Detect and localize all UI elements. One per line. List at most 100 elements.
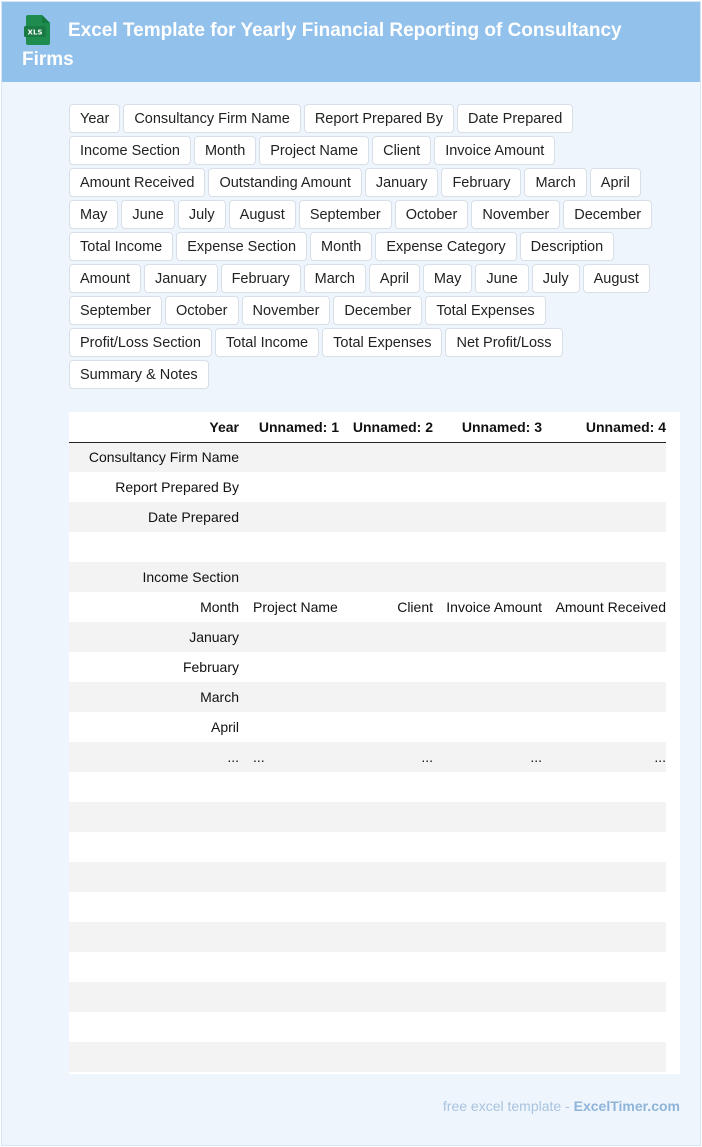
table-cell — [433, 652, 542, 682]
table-row: 4 — [69, 832, 666, 862]
column-tag: Report Prepared By — [303, 104, 454, 133]
table-cell — [542, 982, 666, 1012]
table-cell — [339, 502, 433, 532]
table-cell — [69, 892, 241, 922]
table-cell — [241, 472, 339, 502]
table-cell — [241, 652, 339, 682]
column-tag: March — [524, 168, 587, 197]
footer-brand-link[interactable]: ExcelTimer.com — [574, 1098, 680, 1114]
column-tag: Month — [310, 232, 373, 261]
table-cell — [241, 862, 339, 892]
table-cell: ... — [421, 749, 433, 765]
table-cell — [241, 712, 339, 742]
table-cell — [339, 1012, 433, 1042]
table-cell — [339, 712, 433, 742]
table-cell — [542, 622, 666, 652]
column-tag: August — [228, 200, 296, 229]
table-cell — [542, 652, 666, 682]
table-row: 6 — [69, 892, 666, 922]
table-row: .................. — [69, 742, 666, 772]
column-tag: April — [368, 264, 420, 293]
column-tag: June — [475, 264, 529, 293]
table-cell — [339, 952, 433, 982]
column-tag: Month — [193, 136, 257, 165]
table-cell — [542, 682, 666, 712]
column-header: Unnamed: 3 — [461, 418, 542, 435]
table-cell — [241, 952, 339, 982]
column-tag: December — [333, 296, 423, 325]
table-cell — [339, 862, 433, 892]
table-cell: April — [210, 719, 239, 735]
table-cell — [433, 1042, 542, 1072]
column-tag: Client — [372, 136, 432, 165]
column-tag: August — [582, 264, 650, 293]
table-cell — [69, 532, 241, 562]
column-tag: Total Expenses — [425, 296, 546, 325]
table-cell: Report Prepared By — [115, 479, 239, 495]
table-cell — [542, 772, 666, 802]
table-cell — [433, 562, 542, 592]
table-row: 5 — [69, 862, 666, 892]
table-cell — [241, 442, 339, 472]
table-cell — [339, 772, 433, 802]
table-cell — [433, 952, 542, 982]
table-cell — [241, 1012, 339, 1042]
table-cell — [241, 892, 339, 922]
table-cell — [69, 952, 241, 982]
footer-credit: free excel template - ExcelTimer.com — [443, 1098, 680, 1114]
table-cell — [433, 502, 542, 532]
table-cell — [241, 502, 339, 532]
table-cell — [542, 472, 666, 502]
page-frame: XLS Excel Template for Yearly Financial … — [1, 1, 701, 1146]
data-table-container: Year Unnamed: 1 Unnamed: 2 Unnamed: 3 Un… — [69, 412, 680, 1074]
column-tag: October — [394, 200, 469, 229]
table-cell — [339, 832, 433, 862]
table-cell — [542, 1012, 666, 1042]
table-row: 0Consultancy Firm Name — [69, 442, 666, 472]
column-tag: Expense Category — [375, 232, 517, 261]
column-tag: Income Section — [69, 136, 191, 165]
table-cell: Invoice Amount — [446, 599, 542, 615]
table-cell — [433, 472, 542, 502]
table-row: 5MonthProject NameClientInvoice AmountAm… — [69, 592, 666, 622]
table-cell — [69, 982, 241, 1012]
column-tag: December — [563, 200, 653, 229]
table-cell — [433, 772, 542, 802]
table-row: 3 — [69, 802, 666, 832]
table-cell — [69, 1042, 241, 1072]
table-cell — [339, 622, 433, 652]
column-tag: Amount Received — [69, 168, 206, 197]
column-header: Unnamed: 2 — [352, 418, 433, 435]
table-cell — [339, 532, 433, 562]
column-tag: February — [220, 264, 301, 293]
column-tag: May — [69, 200, 119, 229]
table-cell — [241, 982, 339, 1012]
column-tag: September — [69, 296, 162, 325]
table-cell — [542, 532, 666, 562]
table-row: 8March — [69, 682, 666, 712]
table-cell: ... — [253, 749, 265, 765]
table-row: 9April — [69, 712, 666, 742]
table-cell — [542, 922, 666, 952]
column-tag: Total Expenses — [322, 328, 443, 357]
table-row: 2Date Prepared — [69, 502, 666, 532]
table-cell: Date Prepared — [147, 509, 239, 525]
column-tag: Total Income — [214, 328, 320, 357]
table-cell: February — [182, 659, 239, 675]
page-header: XLS Excel Template for Yearly Financial … — [2, 2, 700, 82]
table-cell — [69, 862, 241, 892]
table-cell — [542, 712, 666, 742]
table-row: 8 — [69, 952, 666, 982]
table-cell — [339, 682, 433, 712]
table-cell: Month — [200, 599, 239, 615]
table-row: 7 — [69, 922, 666, 952]
column-tag: Project Name — [259, 136, 370, 165]
column-tag: November — [471, 200, 561, 229]
column-tag: April — [589, 168, 641, 197]
column-tag: May — [422, 264, 473, 293]
column-tag: November — [241, 296, 331, 325]
table-row: 1Report Prepared By — [69, 472, 666, 502]
table-cell — [69, 772, 241, 802]
column-tag: July — [177, 200, 226, 229]
table-cell: March — [200, 689, 239, 705]
